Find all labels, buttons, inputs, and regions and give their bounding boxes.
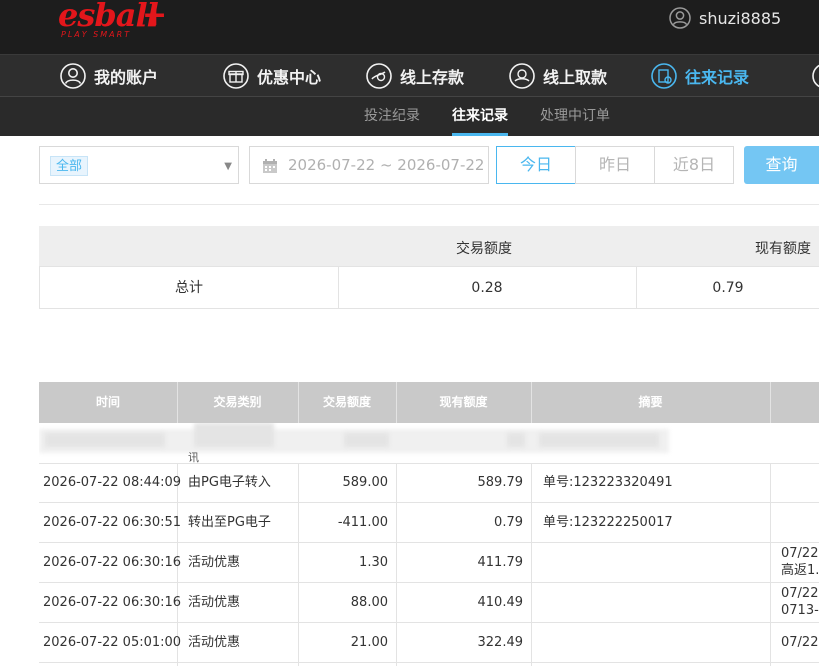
username: shuzi8885 [699, 8, 782, 28]
column-header-summary: 摘要 [638, 395, 663, 409]
column-header-time: 时间 [95, 395, 120, 409]
cell-amount: 1.30 [359, 555, 388, 570]
nav-more[interactable] [812, 55, 819, 97]
table-row[interactable]: 2026-07-22 06:30:16 活动优惠 1.30 411.79 07/… [39, 543, 819, 583]
nav-withdraw[interactable]: 线上取款 [509, 55, 607, 97]
cell-type: 活动优惠 [188, 635, 241, 650]
sub-nav: 投注纪录 往来记录 处理中订单 [0, 96, 819, 136]
cell-amount: 589.00 [342, 475, 389, 490]
selected-type-tag: 全部 [50, 156, 89, 176]
partial-cell-text: 讯 [188, 451, 199, 464]
cell-balance: 410.49 [477, 595, 524, 610]
query-button[interactable]: 查询 [744, 146, 819, 184]
redaction-block [45, 433, 165, 447]
transaction-type-select[interactable]: 全部 ▼ [39, 146, 239, 184]
last-8-days-button[interactable]: 近8日 [654, 146, 734, 184]
cell-balance: 322.49 [477, 635, 524, 650]
nav-label: 线上取款 [543, 68, 608, 87]
redaction-block [194, 423, 274, 447]
cell-extra-note: 07/22 [781, 635, 819, 650]
nav-label: 优惠中心 [257, 68, 322, 87]
subtab-bet-records[interactable]: 投注纪录 [364, 97, 420, 136]
user-icon [60, 63, 86, 89]
cell-time: 2026-07-22 06:30:51 [43, 515, 182, 530]
logo-plus-icon: + [142, 0, 168, 33]
nav-label: 线上存款 [400, 68, 465, 87]
column-header-amount: 交易额度 [322, 395, 371, 409]
more-icon [812, 64, 819, 88]
nav-label: 往来记录 [685, 68, 750, 87]
yesterday-button[interactable]: 昨日 [575, 146, 655, 184]
calendar-icon [263, 159, 277, 173]
main-nav: 我的账户 优惠中心 线上存款 线上取款 往来记录 [0, 54, 819, 97]
summary-header-balance: 现有额度 [755, 241, 811, 257]
cell-type: 转出至PG电子 [188, 515, 271, 530]
summary-total-row: 总计 0.28 0.79 [39, 266, 819, 309]
cell-balance: 0.79 [494, 515, 523, 530]
cell-summary: 单号:123223320491 [543, 475, 673, 490]
cell-type: 由PG电子转入 [188, 475, 271, 490]
summary-total-balance: 0.79 [712, 280, 744, 296]
subtab-transactions[interactable]: 往来记录 [452, 97, 508, 136]
redaction-block [344, 433, 389, 447]
date-range-picker[interactable]: 2026-07-22 ~ 2026-07-22 [249, 146, 489, 184]
nav-promotions[interactable]: 优惠中心 [223, 55, 321, 97]
cell-amount: 88.00 [350, 595, 388, 610]
summary-header: 交易额度 现有额度 [39, 226, 819, 266]
redaction-block [539, 433, 659, 447]
obscured-table-row: 讯 [39, 423, 819, 464]
cell-time: 2026-07-22 06:30:16 [43, 555, 182, 570]
nav-label: 我的账户 [94, 68, 159, 87]
cell-extra-note: 07/22 高返1. [781, 546, 819, 578]
nav-my-account[interactable]: 我的账户 [60, 55, 158, 97]
gift-icon [223, 63, 249, 89]
withdraw-icon [509, 63, 535, 89]
table-row[interactable]: 2026-07-22 06:30:16 活动优惠 88.00 410.49 07… [39, 583, 819, 623]
user-account[interactable]: shuzi8885 [669, 6, 781, 30]
cell-balance: 411.79 [477, 555, 524, 570]
deposit-icon [366, 63, 392, 89]
subtab-pending-orders[interactable]: 处理中订单 [540, 97, 610, 136]
date-range-value: 2026-07-22 ~ 2026-07-22 [288, 156, 485, 174]
dropdown-arrow-icon: ▼ [224, 161, 232, 172]
user-avatar-icon [669, 7, 691, 29]
today-button[interactable]: 今日 [496, 146, 576, 184]
cell-time: 2026-07-22 05:01:00 [43, 635, 182, 650]
cell-amount: -411.00 [337, 515, 388, 530]
transactions-table-header: 时间 交易类别 交易额度 现有额度 摘要 [39, 382, 819, 423]
redaction-block [507, 433, 525, 447]
cell-amount: 21.00 [350, 635, 388, 650]
cell-time: 2026-07-22 06:30:16 [43, 595, 182, 610]
records-icon [651, 63, 677, 89]
cell-time: 2026-07-22 08:44:09 [43, 475, 182, 490]
nav-deposit[interactable]: 线上存款 [366, 55, 464, 97]
table-row[interactable]: 2026-07-22 08:44:09 由PG电子转入 589.00 589.7… [39, 463, 819, 503]
cell-extra-note: 07/22 0713- [781, 586, 819, 618]
table-row[interactable]: 2026-07-22 05:01:00 活动优惠 21.00 322.49 07… [39, 623, 819, 663]
logo-tagline: PLAY SMART [61, 30, 132, 39]
cell-balance: 589.79 [477, 475, 524, 490]
cell-type: 活动优惠 [188, 595, 241, 610]
summary-header-amount: 交易额度 [456, 241, 512, 257]
cell-type: 活动优惠 [188, 555, 241, 570]
top-bar: esball + PLAY SMART shuzi8885 [0, 0, 819, 54]
column-header-type: 交易类别 [213, 395, 262, 409]
table-row[interactable]: 2026-07-22 06:30:51 转出至PG电子 -411.00 0.79… [39, 503, 819, 543]
cell-summary: 单号:123222250017 [543, 515, 673, 530]
nav-records[interactable]: 往来记录 [651, 55, 749, 97]
summary-total-label: 总计 [175, 280, 203, 296]
esball-logo[interactable]: esball + PLAY SMART [58, 0, 168, 44]
divider [39, 204, 819, 205]
summary-total-amount: 0.28 [471, 280, 503, 296]
column-header-balance: 现有额度 [439, 395, 488, 409]
